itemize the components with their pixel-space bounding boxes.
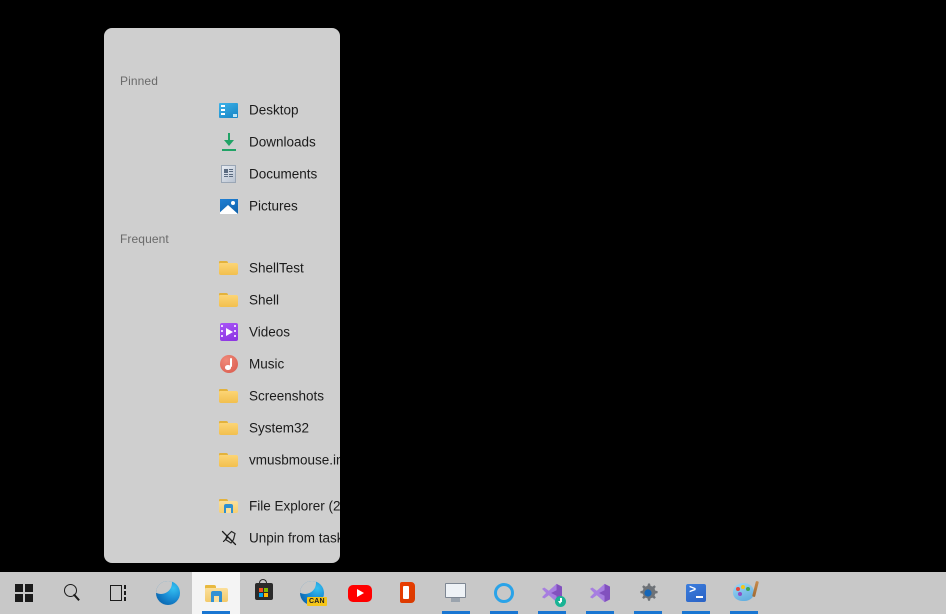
jumplist-item-vmusbmouse[interactable]: vmusbmouse.inf_amd64_64ac7a0a... — [104, 444, 340, 476]
jumplist-item-music[interactable]: Music — [104, 348, 340, 380]
jumplist-section-header-frequent: Frequent — [120, 232, 169, 246]
jumplist-item-label: Screenshots — [249, 389, 324, 404]
visual-studio-preview-button[interactable] — [528, 572, 576, 614]
canary-badge: CAN — [307, 597, 327, 606]
jumplist-item-screenshots[interactable]: Screenshots — [104, 380, 340, 412]
jumplist-item-label: Documents — [249, 167, 317, 182]
desktop-icon — [219, 100, 239, 120]
task-view-button[interactable] — [96, 572, 144, 614]
edge-canary-button[interactable]: CAN — [288, 572, 336, 614]
task-view-icon — [107, 580, 133, 606]
paint-button[interactable] — [720, 572, 768, 614]
jumplist-action-file-explorer[interactable]: File Explorer (2) — [104, 490, 340, 522]
jumplist-item-label: vmusbmouse.inf_amd64_64ac7a0a... — [249, 453, 340, 468]
jumplist-item-system32[interactable]: System32 — [104, 412, 340, 444]
jumplist-item-label: Music — [249, 357, 284, 372]
cortana-icon — [491, 580, 517, 606]
folder-icon — [219, 450, 239, 470]
jumplist-item-label: ShellTest — [249, 261, 304, 276]
jumplist-item-label: System32 — [249, 421, 309, 436]
visual-studio-icon — [587, 580, 613, 606]
start-button[interactable] — [0, 572, 48, 614]
gear-icon — [635, 580, 661, 606]
jumplist-item-desktop[interactable]: Desktop — [104, 94, 340, 126]
cortana-button[interactable] — [480, 572, 528, 614]
folder-icon — [219, 386, 239, 406]
search-icon — [59, 580, 85, 606]
taskbar-jump-list: Pinned Desktop Downloads Documents Pictu… — [104, 28, 340, 563]
jumplist-item-pictures[interactable]: Pictures — [104, 190, 340, 222]
performance-monitor-icon — [443, 580, 469, 606]
edge-icon — [155, 580, 181, 606]
visual-studio-button[interactable] — [576, 572, 624, 614]
close-icon — [219, 560, 239, 563]
office-button[interactable] — [384, 572, 432, 614]
jumplist-item-documents[interactable]: Documents — [104, 158, 340, 190]
file-explorer-icon — [219, 496, 239, 516]
jumplist-item-videos[interactable]: Videos — [104, 316, 340, 348]
powershell-button[interactable] — [672, 572, 720, 614]
folder-icon — [219, 290, 239, 310]
downloads-icon — [219, 132, 239, 152]
microsoft-store-button[interactable] — [240, 572, 288, 614]
jumplist-action-close-window[interactable]: Close window — [104, 554, 340, 563]
pictures-icon — [219, 196, 239, 216]
jumplist-item-label: Videos — [249, 325, 290, 340]
folder-icon — [219, 418, 239, 438]
taskbar: CAN — [0, 572, 946, 614]
jumplist-section-header-pinned: Pinned — [120, 74, 158, 88]
performance-monitor-button[interactable] — [432, 572, 480, 614]
youtube-button[interactable] — [336, 572, 384, 614]
file-explorer-icon — [203, 580, 229, 606]
jumplist-action-label: Close window — [249, 563, 332, 564]
jumplist-item-label: Shell — [249, 293, 279, 308]
store-icon — [251, 580, 277, 606]
search-button[interactable] — [48, 572, 96, 614]
youtube-icon — [347, 580, 373, 606]
powershell-icon — [683, 580, 709, 606]
office-icon — [395, 580, 421, 606]
jumplist-action-unpin-from-taskbar[interactable]: Unpin from taskbar — [104, 522, 340, 554]
update-badge-icon — [555, 596, 566, 607]
windows-logo-icon — [11, 580, 37, 606]
jumplist-action-label: Unpin from taskbar — [249, 531, 340, 546]
folder-icon — [219, 258, 239, 278]
edge-button[interactable] — [144, 572, 192, 614]
documents-icon — [219, 164, 239, 184]
desktop: Pinned Desktop Downloads Documents Pictu… — [0, 0, 946, 614]
jumplist-item-label: Downloads — [249, 135, 316, 150]
music-icon — [219, 354, 239, 374]
jumplist-item-shell[interactable]: Shell — [104, 284, 340, 316]
videos-icon — [219, 322, 239, 342]
settings-button[interactable] — [624, 572, 672, 614]
unpin-icon — [219, 528, 239, 548]
jumplist-item-label: Pictures — [249, 199, 298, 214]
jumplist-action-label: File Explorer (2) — [249, 499, 340, 514]
paint-icon — [731, 580, 757, 606]
jumplist-item-label: Desktop — [249, 103, 299, 118]
jumplist-item-shelltest[interactable]: ShellTest — [104, 252, 340, 284]
edge-canary-icon: CAN — [299, 580, 325, 606]
file-explorer-button[interactable] — [192, 572, 240, 614]
visual-studio-update-icon — [539, 580, 565, 606]
jumplist-item-downloads[interactable]: Downloads — [104, 126, 340, 158]
